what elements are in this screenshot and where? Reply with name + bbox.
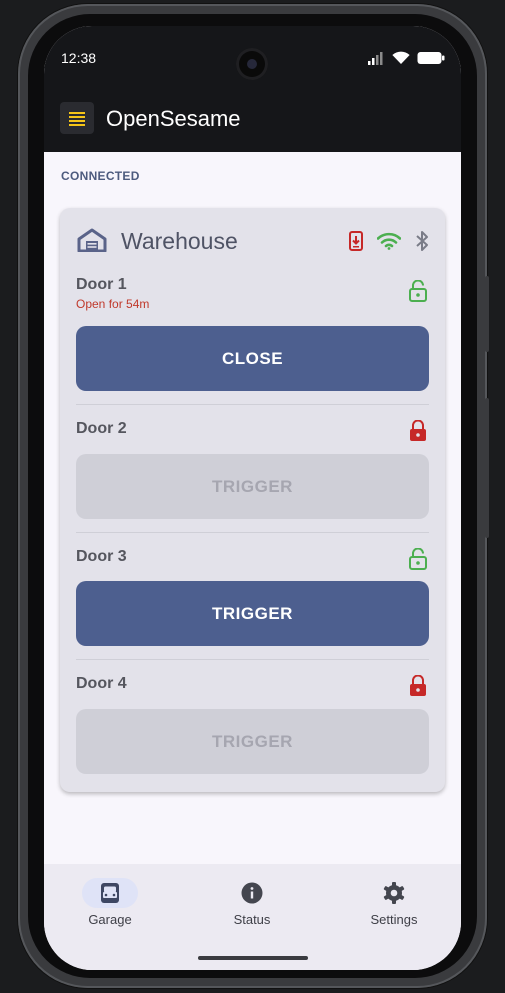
divider [76,404,429,405]
side-button-lower [485,398,489,538]
nav-item-status[interactable]: Status [202,864,302,944]
cellular-signal-icon [368,52,383,65]
nav-label: Garage [88,912,132,927]
door-name: Door 2 [76,420,127,437]
home-icon [77,228,107,252]
door-name: Door 1 [76,276,127,293]
garage-car-icon [101,883,119,903]
wifi-icon [377,232,401,250]
phone-alert-icon [349,231,363,251]
gear-icon [383,882,405,904]
gesture-home-bar[interactable] [198,956,308,960]
screen: 12:38 OpenSesame CONNECTED Warehouse Doo… [44,26,461,970]
lock-closed-icon [410,675,426,696]
nav-label: Status [233,912,271,927]
status-icons [367,51,445,65]
front-camera [236,48,268,80]
bottom-navigation: Garage Status Settings [44,864,461,970]
connection-icons [349,230,429,252]
door-name: Door 3 [76,548,127,565]
nav-label: Settings [370,912,418,927]
nav-item-garage[interactable]: Garage [60,864,160,944]
app-bar: OpenSesame [44,90,461,152]
status-bar: 12:38 [44,26,461,90]
divider [76,532,429,533]
bluetooth-icon [416,231,428,251]
battery-icon [417,52,445,64]
lock-closed-icon [410,420,426,441]
door-name: Door 4 [76,675,127,692]
status-time: 12:38 [61,50,97,66]
trigger-door-2-button[interactable]: TRIGGER [76,454,429,519]
connection-status: CONNECTED [61,169,140,183]
close-door-1-button[interactable]: CLOSE [76,326,429,391]
side-button-upper [485,276,489,352]
location-header: Warehouse [60,208,445,266]
trigger-door-3-button[interactable]: TRIGGER [76,581,429,646]
door-open-status: Open for 54m [76,297,150,311]
divider [76,659,429,660]
nav-item-settings[interactable]: Settings [344,864,444,944]
app-logo-icon [60,102,94,134]
wifi-status-icon [392,51,410,64]
lock-open-icon [409,280,427,302]
lock-open-icon [409,548,427,570]
app-title: OpenSesame [106,106,241,131]
info-icon [241,882,263,904]
location-card: Warehouse Door 1 Open for 54m CLOSE Door… [60,208,445,792]
location-name: Warehouse [121,228,238,254]
trigger-door-4-button[interactable]: TRIGGER [76,709,429,774]
main-content: CONNECTED Warehouse Door 1 Open for 54m … [44,152,461,864]
